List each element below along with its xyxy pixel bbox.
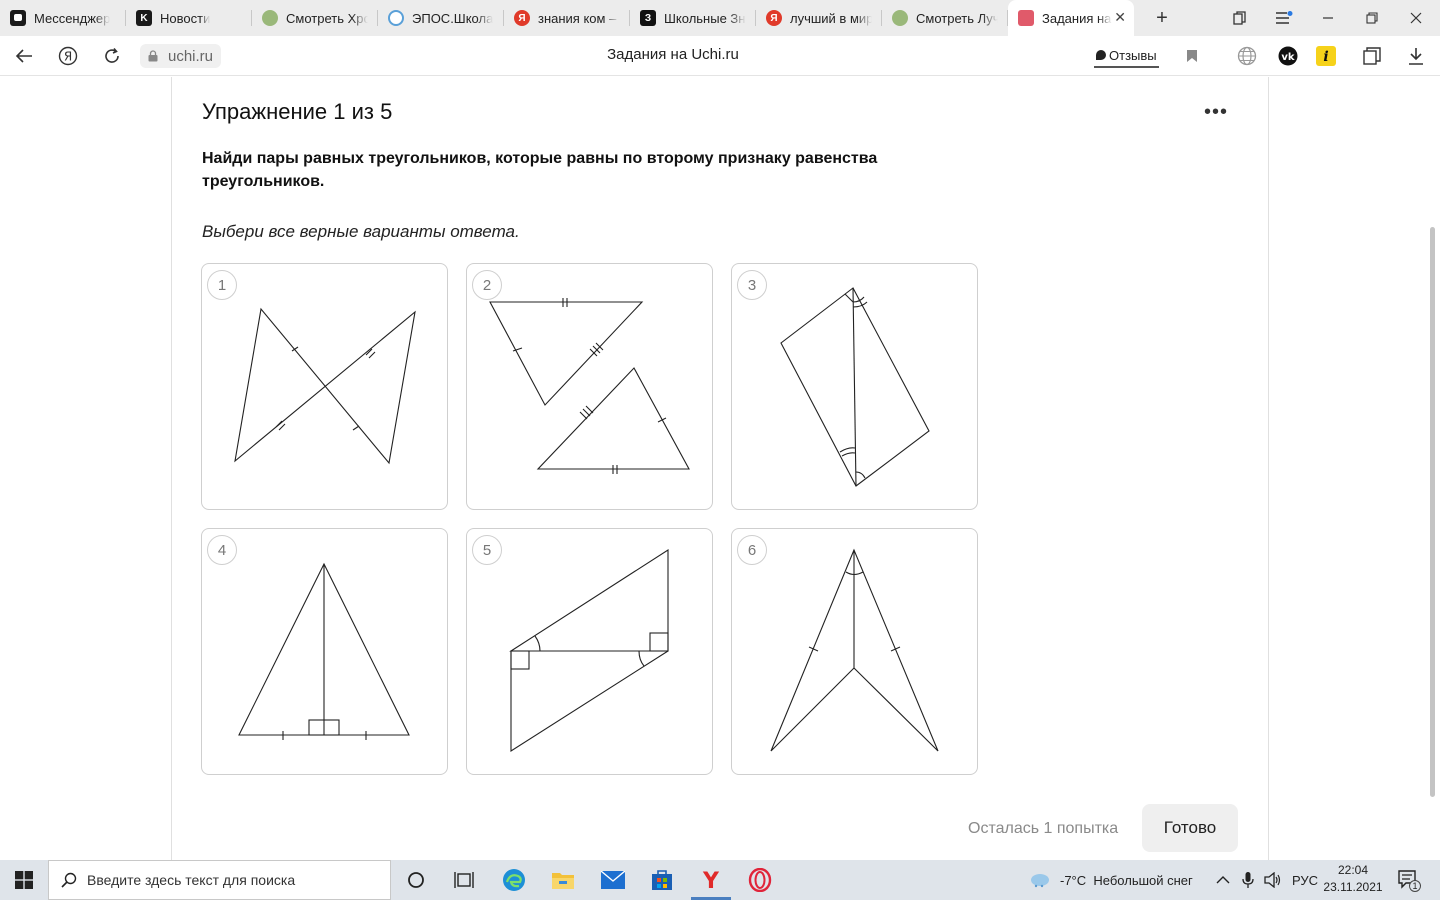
bookmark-icon[interactable] xyxy=(1182,46,1202,66)
opera-icon[interactable] xyxy=(736,860,784,900)
tab-film-2[interactable]: Смотреть Лучший xyxy=(882,0,1008,36)
tab-news[interactable]: K Новости xyxy=(126,0,252,36)
figure-right-triangles xyxy=(509,548,669,753)
search-icon xyxy=(61,872,77,888)
option-card-5[interactable]: 5 xyxy=(466,528,713,775)
clock-time: 22:04 xyxy=(1337,863,1369,877)
yandex-home-button[interactable]: Я xyxy=(56,44,80,68)
tab-search-2[interactable]: Я лучший в мире xyxy=(756,0,882,36)
tab-uchi[interactable]: Задания на Uchi.ru ✕ xyxy=(1008,0,1134,36)
url-field[interactable]: uchi.ru xyxy=(140,44,222,68)
option-card-6[interactable]: 6 xyxy=(731,528,978,775)
yandex-icon: Я xyxy=(766,10,782,26)
reload-button[interactable] xyxy=(100,44,124,68)
vk-icon: K xyxy=(136,10,152,26)
close-window-icon[interactable] xyxy=(1394,0,1438,36)
tab-znanija[interactable]: З Школьные Знания xyxy=(630,0,756,36)
tab-search-1[interactable]: Я знания ком – Google xyxy=(504,0,630,36)
yandex-browser-icon[interactable]: Y xyxy=(687,860,735,900)
new-tab-icon[interactable]: + xyxy=(1148,4,1176,32)
uchi-icon xyxy=(1018,10,1034,26)
page-title: Задания на Uchi.ru xyxy=(607,46,739,63)
film-icon xyxy=(262,10,278,26)
film-icon xyxy=(892,10,908,26)
exercise-title: Упражнение 1 из 5 xyxy=(202,99,393,124)
option-number: 3 xyxy=(737,270,767,300)
url-text: uchi.ru xyxy=(168,47,214,65)
option-number: 4 xyxy=(207,535,237,565)
svg-text:i: i xyxy=(1323,49,1328,65)
tab-messenger[interactable]: Мессенджер xyxy=(0,0,126,36)
option-card-2[interactable]: 2 xyxy=(466,263,713,510)
file-explorer-icon[interactable] xyxy=(539,860,587,900)
back-button[interactable] xyxy=(12,44,36,68)
snow-cloud-icon xyxy=(1031,874,1049,888)
cortana-icon[interactable] xyxy=(392,860,440,900)
option-card-1[interactable]: 1 xyxy=(201,263,448,510)
volume-icon[interactable] xyxy=(1264,860,1282,900)
download-icon[interactable] xyxy=(1406,46,1426,66)
scrollbar-thumb[interactable] xyxy=(1430,227,1435,797)
epos-icon xyxy=(388,10,404,26)
figure-isosceles-altitude xyxy=(238,562,410,740)
tab-manager-icon[interactable] xyxy=(1218,0,1262,36)
task-view-icon[interactable] xyxy=(440,860,488,900)
svg-text:Я: Я xyxy=(64,50,72,64)
content-divider-left xyxy=(171,77,172,860)
windows-start-icon[interactable] xyxy=(0,860,48,900)
collections-icon[interactable] xyxy=(1362,46,1382,66)
search-placeholder: Введите здесь текст для поиска xyxy=(87,872,296,888)
more-options-icon[interactable]: ••• xyxy=(1204,101,1228,124)
option-number: 1 xyxy=(207,270,237,300)
notification-count: 1 xyxy=(1409,880,1421,892)
address-bar: Я uchi.ru Задания на Uchi.ru Отзывы vk i xyxy=(0,36,1440,76)
language-indicator[interactable]: РУС xyxy=(1292,860,1318,900)
attempts-left: Осталась 1 попытка xyxy=(968,820,1119,837)
option-card-3[interactable]: 3 xyxy=(731,263,978,510)
extension-yellow-icon[interactable]: i xyxy=(1316,46,1336,66)
mail-icon[interactable] xyxy=(589,860,637,900)
messenger-icon xyxy=(10,10,26,26)
weather-widget[interactable]: -7°C Небольшой снег xyxy=(1030,860,1193,900)
menu-icon[interactable] xyxy=(1262,0,1306,36)
svg-text:vk: vk xyxy=(1281,52,1295,63)
content-divider-right xyxy=(1268,77,1269,860)
reviews-button[interactable]: Отзывы xyxy=(1094,44,1159,68)
svg-text:Y: Y xyxy=(702,869,720,891)
hint-text: Выбери все верные варианты ответа. xyxy=(202,222,520,241)
yandex-icon: Я xyxy=(514,10,530,26)
vk-extension-icon[interactable]: vk xyxy=(1278,46,1298,66)
figure-quadrilateral xyxy=(780,287,930,487)
option-card-4[interactable]: 4 xyxy=(201,528,448,775)
figure-bowtie xyxy=(234,307,416,465)
notifications-icon[interactable]: 1 xyxy=(1398,860,1421,900)
taskbar-clock[interactable]: 22:04 23.11.2021 xyxy=(1318,862,1388,896)
taskbar-search-input[interactable]: Введите здесь текст для поиска xyxy=(48,860,391,900)
reviews-label: Отзывы xyxy=(1109,47,1157,63)
microphone-icon[interactable] xyxy=(1242,860,1254,900)
chat-bubble-icon xyxy=(1096,50,1106,60)
weather-text: -7°C Небольшой снег xyxy=(1060,872,1193,888)
tab-epos[interactable]: ЭПОС.Школа xyxy=(378,0,504,36)
edge-icon[interactable] xyxy=(490,860,538,900)
znanija-icon: З xyxy=(640,10,656,26)
minimize-icon[interactable] xyxy=(1306,0,1350,36)
figure-arrowhead xyxy=(770,548,939,752)
lock-icon xyxy=(148,50,158,62)
option-number: 6 xyxy=(737,535,767,565)
option-number: 5 xyxy=(472,535,502,565)
restore-icon[interactable] xyxy=(1350,0,1394,36)
tab-film-1[interactable]: Смотреть Хроники xyxy=(252,0,378,36)
clock-date: 23.11.2021 xyxy=(1323,880,1383,894)
option-number: 2 xyxy=(472,270,502,300)
figure-two-triangles xyxy=(489,298,690,474)
globe-icon[interactable] xyxy=(1237,46,1257,66)
done-button[interactable]: Готово xyxy=(1142,804,1238,852)
task-text: Найди пары равных треугольников, которые… xyxy=(202,150,878,190)
store-icon[interactable] xyxy=(638,860,686,900)
tray-overflow-icon[interactable] xyxy=(1216,860,1230,900)
close-tab-icon[interactable]: ✕ xyxy=(1114,9,1126,26)
page-content: Упражнение 1 из 5 ••• Найди пары равных … xyxy=(0,77,1440,860)
